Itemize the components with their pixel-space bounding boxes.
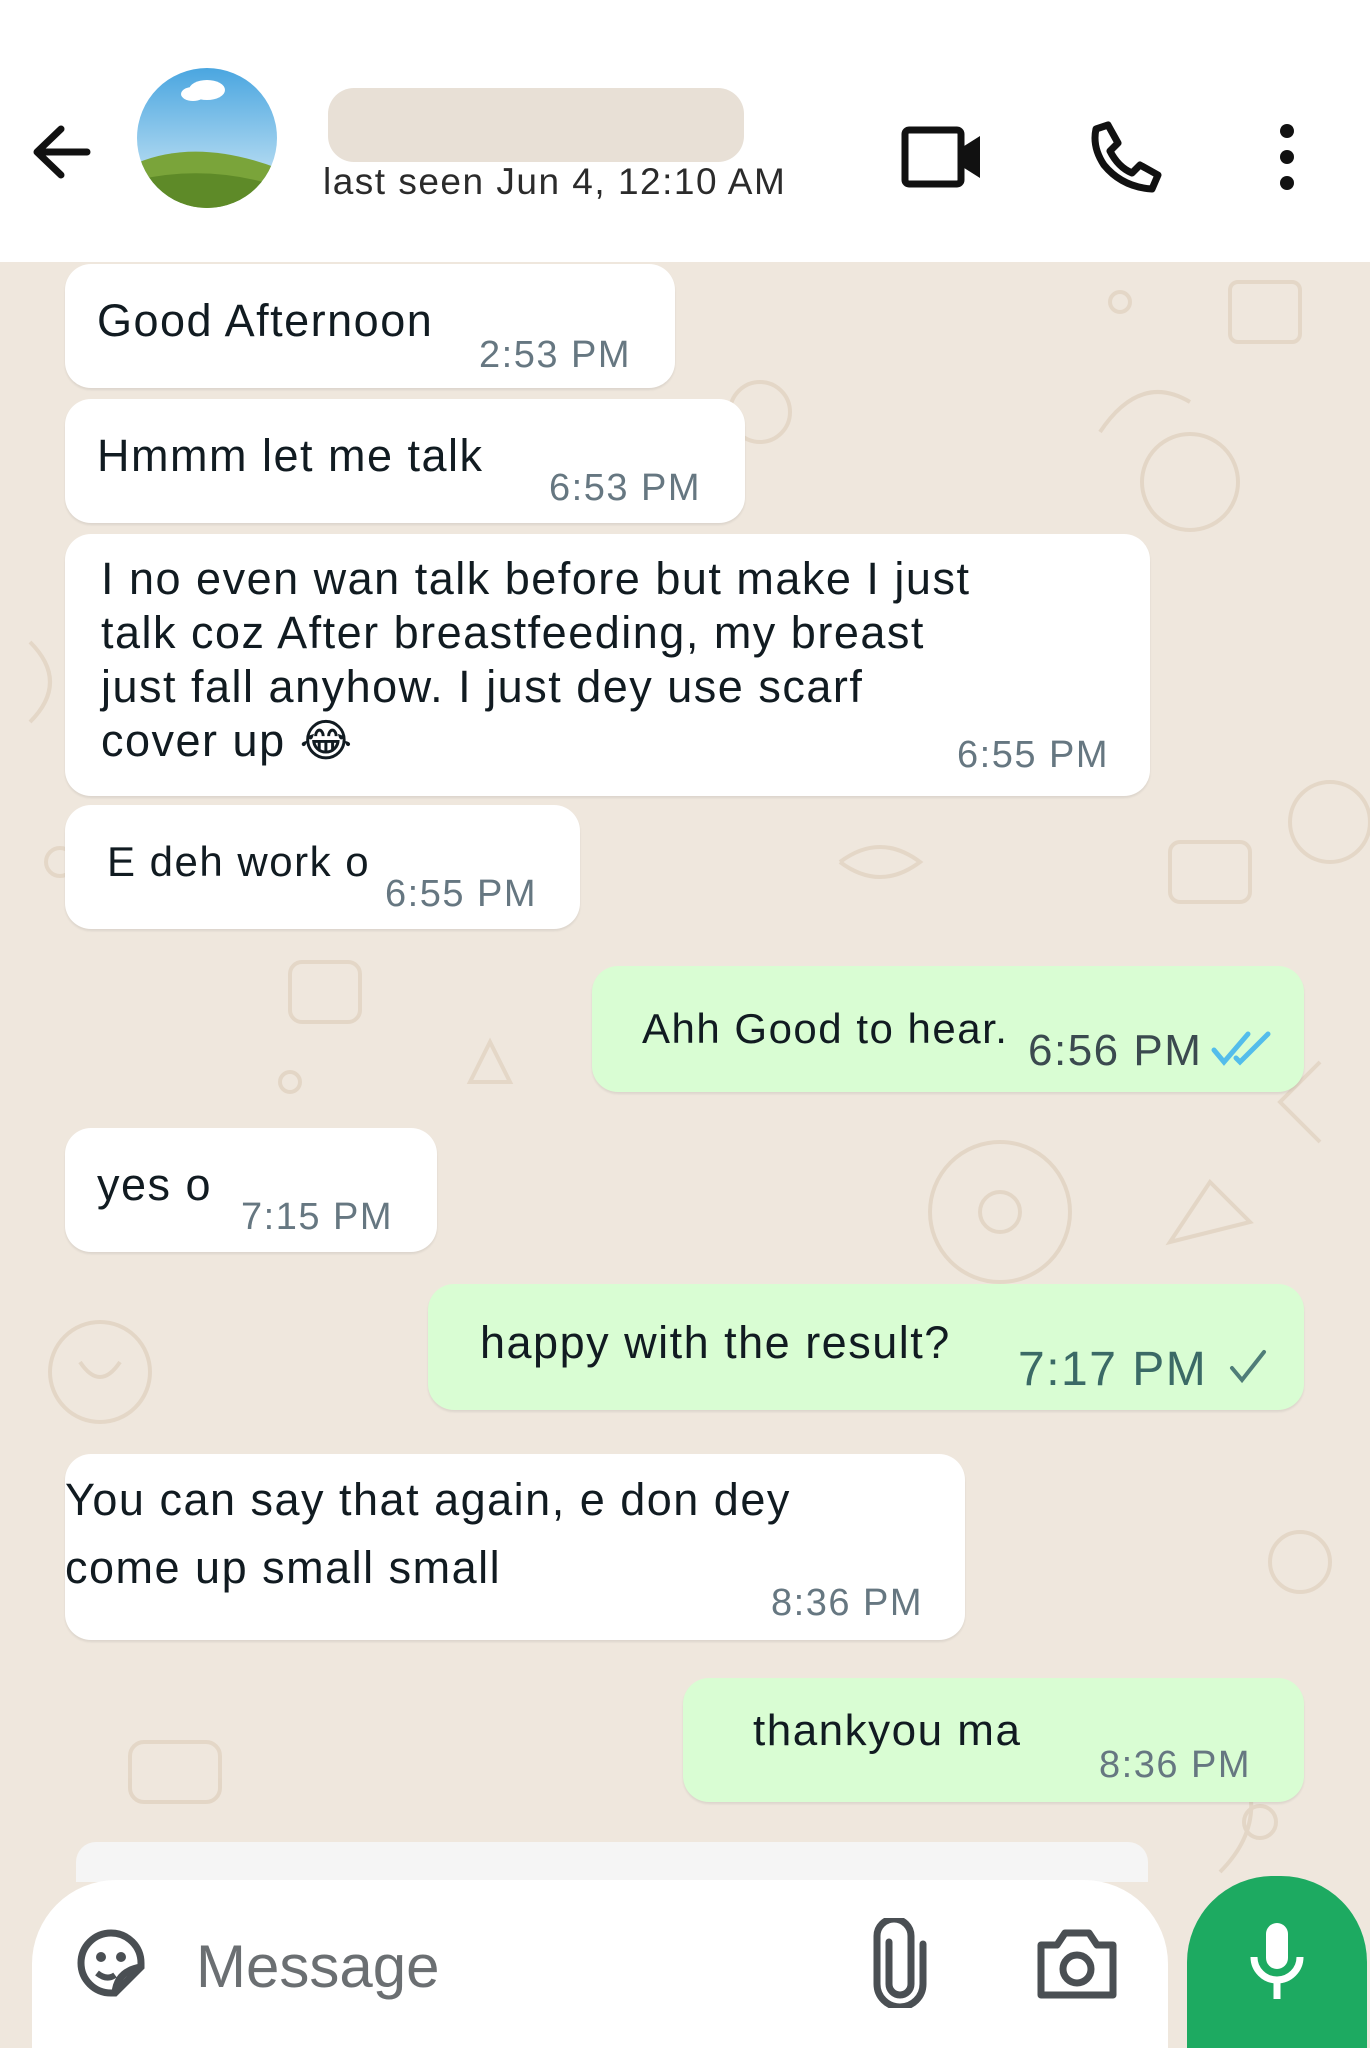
message-text: Hmmm let me talk (97, 430, 484, 481)
sticker-button[interactable] (66, 1918, 156, 2008)
message-time: 6:56 PM (1028, 1026, 1203, 1075)
message-bubble-incoming[interactable]: E deh work o 6:55 PM (65, 805, 580, 929)
voice-call-icon (1091, 121, 1162, 193)
message-bubble-outgoing[interactable]: happy with the result? 7:17 PM (428, 1284, 1304, 1410)
avatar-image (137, 68, 277, 208)
message-bubble-incoming[interactable]: You can say that again, e don dey come u… (65, 1454, 965, 1640)
contact-name[interactable] (328, 88, 744, 162)
camera-button[interactable] (1032, 1918, 1122, 2008)
message-text: E deh work o (107, 838, 371, 885)
message-input[interactable]: Message (196, 1932, 439, 2001)
status-bar (0, 0, 1370, 10)
message-bubble-outgoing[interactable]: Ahh Good to hear. 6:56 PM (592, 966, 1304, 1092)
mic-icon (1250, 1923, 1304, 1999)
attach-button[interactable] (855, 1918, 945, 2008)
message-text: I no even wan talk before but make I jus… (101, 553, 971, 766)
message-bubble-incoming[interactable]: yes o 7:15 PM (65, 1128, 437, 1252)
message-bubble-outgoing[interactable]: thankyou ma 8:36 PM (683, 1678, 1304, 1802)
message-bubble-incoming[interactable]: Good Afternoon 2:53 PM (65, 264, 675, 388)
message-bubble-incoming[interactable]: I no even wan talk before but make I jus… (65, 534, 1150, 796)
message-text: Good Afternoon (97, 295, 434, 346)
attach-icon (873, 1918, 927, 2008)
message-time: 7:17 PM (1018, 1343, 1208, 1396)
message-time: 6:55 PM (957, 734, 1110, 776)
more-options-icon (1280, 124, 1294, 190)
composer-peek (76, 1842, 1148, 1882)
message-text: thankyou ma (753, 1706, 1022, 1755)
message-time: 6:55 PM (385, 873, 538, 915)
video-call-button[interactable] (898, 112, 988, 202)
video-call-icon (901, 126, 980, 188)
more-options-button[interactable] (1242, 112, 1332, 202)
back-button[interactable] (22, 112, 102, 192)
sticker-icon (77, 1929, 145, 1997)
read-receipt-icon (1211, 1031, 1271, 1066)
message-time: 8:36 PM (1099, 1744, 1252, 1786)
sent-tick-icon (1230, 1350, 1266, 1384)
message-time: 8:36 PM (771, 1582, 924, 1624)
message-text: Ahh Good to hear. (642, 1005, 1009, 1052)
message-text: happy with the result? (480, 1317, 951, 1368)
last-seen-status: last seen Jun 4, 12:10 AM (323, 161, 787, 202)
message-bubble-incoming[interactable]: Hmmm let me talk 6:53 PM (65, 399, 745, 523)
voice-message-button[interactable] (1187, 1876, 1367, 2048)
voice-call-button[interactable] (1081, 112, 1171, 202)
back-arrow-icon (33, 125, 91, 179)
contact-avatar[interactable] (137, 68, 277, 208)
message-text: yes o (97, 1159, 213, 1210)
message-text: You can say that again, e don dey come u… (65, 1474, 791, 1593)
camera-icon (1037, 1929, 1117, 1999)
message-time: 2:53 PM (479, 334, 632, 376)
message-time: 6:53 PM (549, 467, 702, 509)
chat-area[interactable]: Good Afternoon 2:53 PM Hmmm let me talk … (0, 262, 1370, 2048)
chat-header: last seen Jun 4, 12:10 AM (0, 0, 1370, 262)
message-time: 7:15 PM (241, 1196, 394, 1238)
